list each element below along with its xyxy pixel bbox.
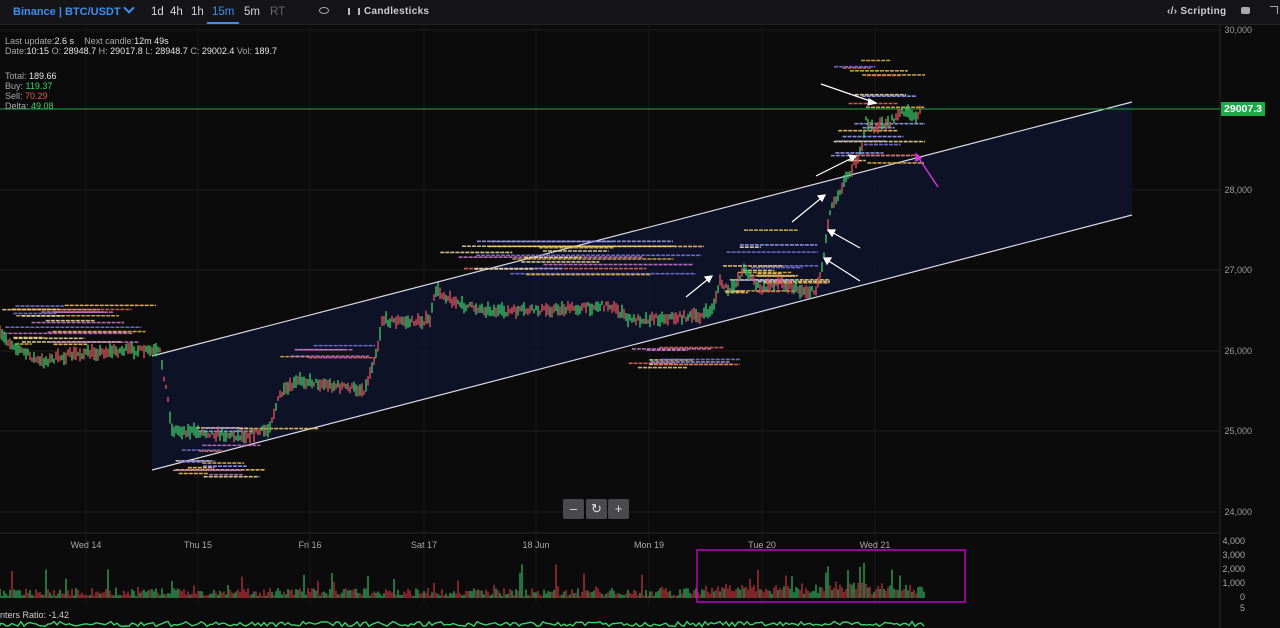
ratio-readout: nters Ratio: -1.42	[0, 610, 69, 620]
buy-label: Buy:	[5, 81, 24, 91]
price-tick: 30,000	[1224, 25, 1252, 35]
next-candle-label: Next candle:	[84, 36, 135, 46]
delta-value: 49.08	[31, 101, 54, 111]
date-tick: Fri 16	[298, 540, 322, 550]
close-value: 29002.4	[201, 46, 235, 56]
buy-row: Buy: 119.37	[5, 81, 52, 91]
ratio-value: -1.42	[48, 610, 70, 620]
delta-row: Delta: 49.08	[5, 101, 54, 111]
sell-label: Sell:	[5, 91, 23, 101]
open-label: O:	[51, 46, 62, 56]
close-label: C:	[190, 46, 200, 56]
ratio-label: nters Ratio:	[0, 610, 47, 620]
price-tick: 24,000	[1224, 507, 1252, 517]
last-update-label: Last update:	[5, 36, 55, 46]
date-tick: Mon 19	[633, 540, 665, 550]
date-tick: Wed 14	[70, 540, 102, 550]
volume-tick: 2,000	[1222, 564, 1245, 574]
high-label: H:	[98, 46, 108, 56]
price-tick: 25,000	[1224, 426, 1252, 436]
open-value: 28948.7	[63, 46, 97, 56]
reset-zoom-button[interactable]: ↻	[586, 499, 607, 519]
volume-tick: 5	[1239, 603, 1245, 613]
ratio-line	[0, 620, 925, 628]
volume-tick: 1,000	[1222, 578, 1245, 588]
date-label: Date:	[5, 46, 27, 56]
date-tick: 18 Jun	[522, 540, 550, 550]
vol-value: 189.7	[254, 46, 277, 56]
update-info: Last update:2.6 s Next candle:12m 49s	[5, 36, 169, 46]
price-tick: 27,000	[1224, 265, 1252, 275]
total-value: 189.66	[29, 71, 57, 81]
volume-tick: 4,000	[1222, 536, 1245, 546]
low-label: L:	[145, 46, 153, 56]
date-tick: Sat 17	[410, 540, 438, 550]
date-tick: Thu 15	[183, 540, 213, 550]
volume-bars	[0, 563, 925, 598]
ratio-indicator	[0, 620, 925, 628]
buy-value: 119.37	[25, 81, 53, 91]
total-label: Total:	[5, 71, 27, 81]
total-row: Total: 189.66	[5, 71, 57, 81]
delta-label: Delta:	[5, 101, 29, 111]
price-tick: 26,000	[1224, 346, 1252, 356]
zoom-out-button[interactable]: –	[563, 499, 584, 519]
sell-row: Sell: 70.29	[5, 91, 48, 101]
zoom-in-button[interactable]: +	[608, 499, 629, 519]
sell-value: 70.29	[25, 91, 48, 101]
volume-tick: 3,000	[1222, 550, 1245, 560]
ohlc-info: Date:10:15 O: 28948.7 H: 29017.8 L: 2894…	[5, 46, 277, 56]
next-candle-value: 12m 49s	[134, 36, 169, 46]
chart-canvas[interactable]	[0, 0, 1280, 628]
last-update-value: 2.6 s	[54, 36, 75, 46]
channel-fill	[152, 102, 1132, 470]
volume-tick: 0	[1239, 592, 1245, 602]
high-value: 29017.8	[110, 46, 143, 56]
low-value: 28948.7	[155, 46, 188, 56]
volume-highlight-box	[696, 549, 966, 603]
date-tick: Wed 21	[859, 540, 891, 550]
date-tick: Tue 20	[748, 540, 776, 550]
price-tick: 28,000	[1224, 185, 1252, 195]
vol-label: Vol:	[236, 46, 252, 56]
date-value: 10:15	[26, 46, 50, 56]
current-price-tag: 29007.3	[1221, 102, 1265, 116]
